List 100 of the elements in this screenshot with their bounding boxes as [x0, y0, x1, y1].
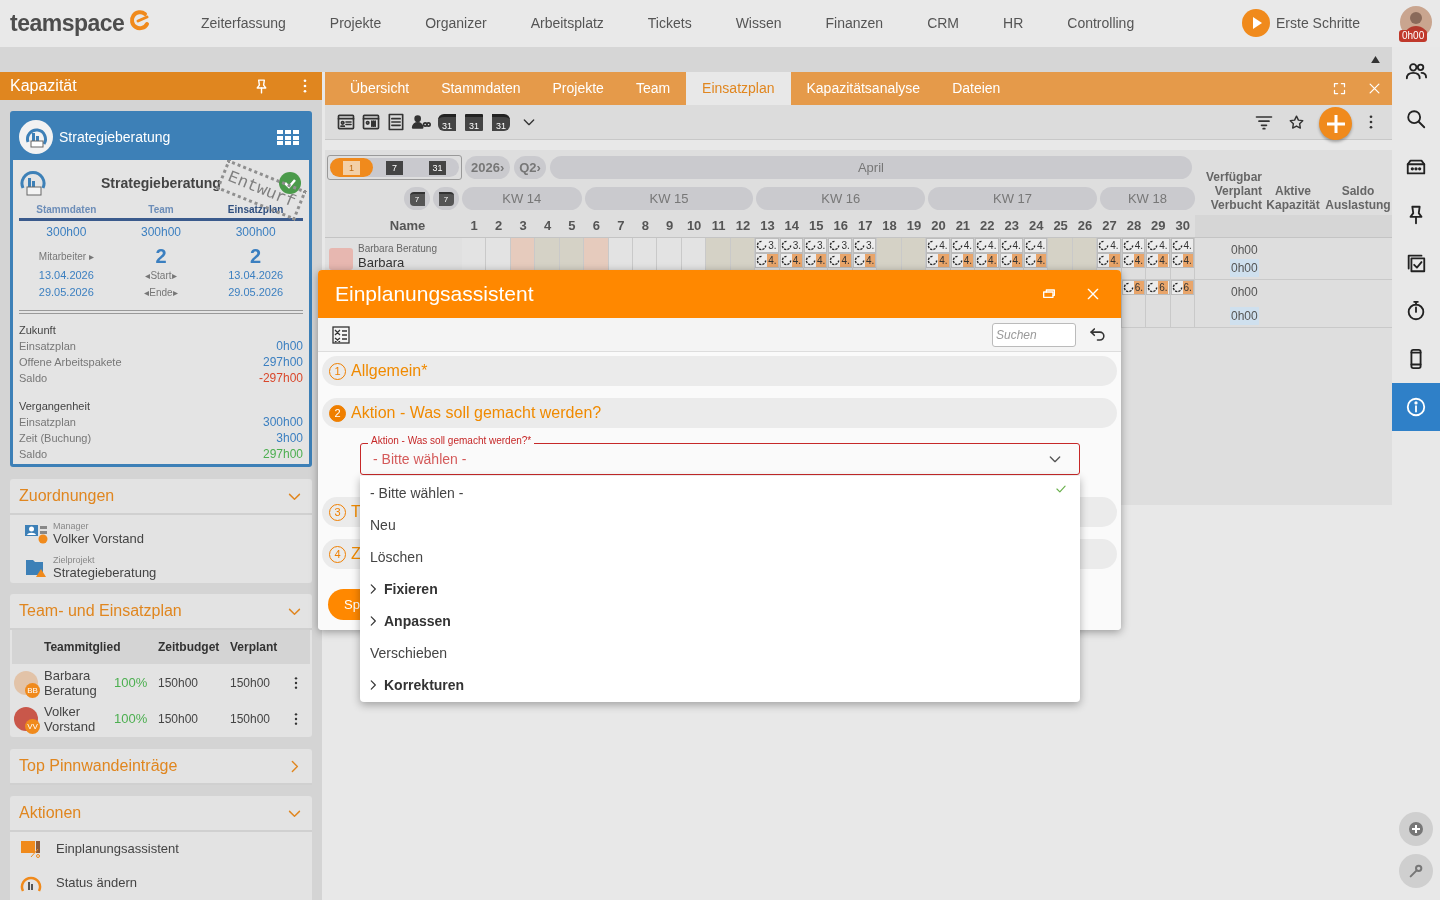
wrench-button[interactable]	[1399, 854, 1433, 888]
day-number: 20	[930, 217, 947, 236]
calendar-button[interactable]: 31	[438, 113, 456, 131]
dropdown-option[interactable]: - Bitte wählen -	[360, 477, 1080, 509]
view-option[interactable]: 31	[416, 158, 459, 177]
card-bars-icon[interactable]	[361, 112, 381, 132]
allocation-value: 4.	[840, 254, 851, 267]
field-caption: Zielprojekt	[53, 554, 96, 565]
row-caption: Barbara Beratung	[358, 243, 437, 255]
column-header: Kapazität	[1265, 198, 1321, 212]
week-jump-button[interactable]: 7	[404, 187, 430, 210]
calendar-button[interactable]: 31	[465, 113, 483, 131]
metric-label: Einsatzplan	[19, 339, 76, 354]
day-number: 1	[469, 217, 479, 236]
metric-value: 297h00	[262, 354, 303, 370]
day-number: 24	[1027, 217, 1045, 236]
column-header: Zeitbudget	[158, 639, 221, 656]
nav-link[interactable]: Controlling	[1067, 13, 1135, 34]
step-title: Aktion - Was soll gemacht werden?	[351, 403, 602, 423]
people-icon[interactable]	[411, 112, 431, 132]
allocation-value: 4.	[938, 239, 949, 252]
allocation-value: 4.	[767, 254, 778, 267]
day-number: 5	[567, 217, 577, 236]
metric-label: Einsatzplan	[19, 415, 76, 430]
staff-count: 2	[249, 244, 263, 269]
dialog-title: Einplanungsassistent	[335, 281, 534, 308]
column-header: Saldo	[1340, 184, 1376, 198]
day-number: 21	[954, 217, 972, 236]
nav-link[interactable]: Wissen	[735, 13, 782, 34]
allocation-value: 6.	[1158, 281, 1169, 294]
nav-link[interactable]: Organizer	[425, 13, 487, 34]
spreadsheet-icon[interactable]	[332, 325, 350, 344]
info-icon	[1405, 396, 1427, 418]
nav-link[interactable]: Tickets	[647, 13, 692, 34]
nav-link[interactable]: Finanzen	[825, 13, 884, 34]
list-icon[interactable]	[386, 112, 406, 132]
metric-label: Offene Arbeitspakete	[19, 355, 122, 370]
day-number: 23	[1003, 217, 1020, 236]
share-value: 100%	[114, 674, 149, 693]
nav-link[interactable]: CRM	[927, 13, 960, 34]
hours-value: 0h00	[1230, 242, 1259, 259]
day-number: 7	[616, 217, 626, 236]
allocation-value: 4.	[791, 254, 802, 267]
add-button[interactable]	[1319, 107, 1352, 140]
action-link[interactable]: Einplanungsassistent	[10, 832, 312, 866]
member-name: Vorstand	[44, 719, 97, 734]
planned-value: 150h00	[230, 675, 272, 692]
allocation-value: 4.	[1011, 254, 1022, 267]
star-icon[interactable]	[1288, 113, 1305, 131]
calendar-button[interactable]: 31	[492, 113, 510, 131]
column-header: Teammitglied	[44, 639, 122, 656]
tasks-icon	[1405, 252, 1427, 274]
allocation-value: 4.	[987, 254, 998, 267]
share-value: 100%	[114, 710, 149, 729]
nav-link[interactable]: Zeiterfassung	[201, 13, 286, 34]
allocation-value: 4.	[1133, 254, 1145, 267]
day-number: 6	[591, 217, 601, 236]
grid-icon[interactable]	[277, 129, 299, 145]
day-number: 14	[783, 217, 801, 236]
dropdown-option[interactable]: Neu	[360, 509, 1080, 541]
day-number: 18	[881, 217, 898, 236]
allocation-value: 3.	[816, 239, 827, 252]
undo-icon[interactable]	[1088, 325, 1107, 344]
add-button[interactable]	[1399, 812, 1433, 846]
allocation-value: 4.	[962, 239, 973, 252]
dropdown-option[interactable]: Anpassen	[360, 605, 1080, 637]
day-number: 2	[494, 217, 504, 236]
allocation-value: 3.	[767, 239, 778, 252]
day-number: 25	[1052, 217, 1069, 236]
initials-badge: BB	[25, 683, 40, 698]
dropdown-option[interactable]: Korrekturen	[360, 669, 1080, 701]
day-number: 10	[685, 217, 703, 236]
dropdown-option[interactable]: Löschen	[360, 541, 1080, 573]
panel-title: Kapazität	[10, 76, 77, 96]
member-name: Volker	[44, 704, 82, 719]
nav-link[interactable]: Projekte	[329, 13, 382, 34]
row-name: Barbara	[358, 255, 406, 271]
day-number: 19	[905, 217, 923, 236]
allocation-value: 4.	[987, 239, 998, 252]
date-label: ◂Ende▸	[143, 286, 179, 300]
allocation-value: 3.	[864, 239, 876, 252]
nav-link[interactable]: Arbeitsplatz	[530, 13, 604, 34]
week-jump-button[interactable]: 7	[433, 187, 459, 210]
action-link[interactable]: Status ändern	[10, 866, 312, 900]
step-title: Z	[351, 544, 361, 564]
allocation-value: 4.	[1035, 254, 1047, 267]
metric-value: 0h00	[276, 338, 303, 354]
view-option[interactable]: 7	[373, 158, 416, 177]
collapse-icon[interactable]	[1371, 56, 1380, 63]
nav-link[interactable]: HR	[1003, 13, 1024, 34]
wrench-icon	[1408, 863, 1424, 879]
dropdown-option[interactable]: Verschieben	[360, 637, 1080, 669]
step-number: 2	[329, 404, 346, 422]
info-button[interactable]	[1392, 383, 1440, 431]
dropdown-option[interactable]: Fixieren	[360, 573, 1080, 605]
card-icon[interactable]	[336, 112, 356, 132]
metric-value: 300h00	[262, 414, 303, 430]
getting-started-link[interactable]: Erste Schritte	[1276, 12, 1361, 34]
date-value: 13.04.2026	[227, 268, 285, 284]
search-field[interactable]: Suchen	[992, 322, 1076, 347]
